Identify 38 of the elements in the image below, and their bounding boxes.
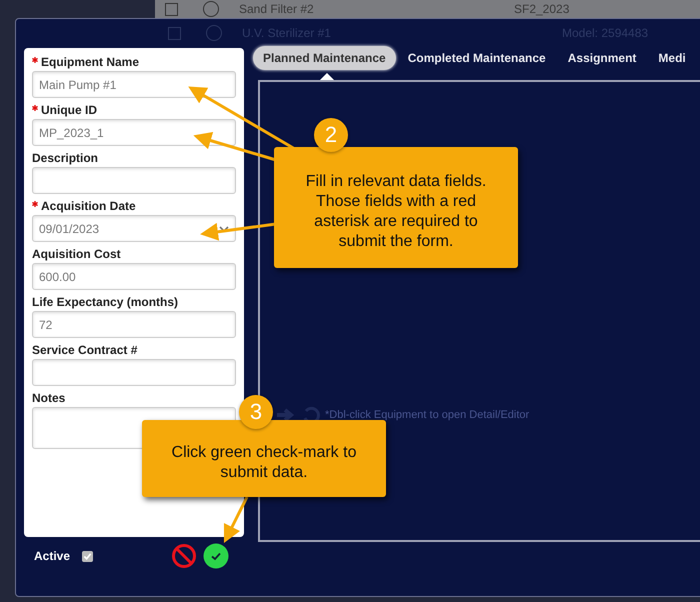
tab-pointer-icon: [320, 73, 334, 80]
circle-icon: [206, 25, 222, 41]
input-field[interactable]: 72: [32, 311, 236, 338]
callout-text: Fill in relevant data fields. Those fields with a red asterisk are required to submit the form.: [304, 172, 488, 252]
date-field[interactable]: 09/01/2023: [32, 215, 236, 242]
required-icon: [32, 201, 38, 207]
field-label: Unique ID: [41, 102, 97, 118]
field-label: Description: [32, 150, 98, 166]
input-field[interactable]: [32, 167, 236, 194]
required-icon: [32, 105, 38, 111]
field-label: Acquisition Date: [41, 198, 136, 214]
tab[interactable]: Medi: [648, 46, 696, 70]
empty-hint: *Dbl-click Equipment to open Detail/Editor: [325, 409, 530, 421]
submit-button[interactable]: [203, 543, 230, 569]
field-label: Life Expectancy (months): [32, 294, 178, 310]
circle-icon: [203, 1, 219, 17]
active-checkbox[interactable]: [82, 550, 94, 562]
caret-icon: [219, 226, 229, 232]
equipment-detail: SF2_2023: [514, 2, 570, 16]
field-label: Service Contract #: [32, 342, 138, 358]
field-label: Notes: [32, 390, 66, 406]
arrow-icon: [275, 407, 297, 423]
input-field[interactable]: [32, 359, 236, 386]
tab[interactable]: Planned Maintenance: [253, 46, 396, 70]
tab[interactable]: Assignment: [558, 46, 646, 70]
expand-icon: [165, 2, 178, 16]
equipment-name: Sand Filter #2: [239, 2, 315, 16]
field-label: Aquisition Cost: [32, 246, 121, 262]
expand-icon: [168, 26, 181, 40]
input-field[interactable]: Main Pump #1: [32, 71, 236, 98]
tab[interactable]: Completed Maintenance: [398, 46, 556, 70]
cancel-button[interactable]: [171, 543, 198, 569]
input-field[interactable]: MP_2023_1: [32, 119, 236, 146]
callout-text: Click green check-mark to submit data.: [170, 442, 358, 482]
field-label: Equipment Name: [41, 54, 140, 70]
required-icon: [32, 57, 38, 63]
input-field[interactable]: 600.00: [32, 263, 236, 290]
active-label: Active: [34, 549, 70, 563]
